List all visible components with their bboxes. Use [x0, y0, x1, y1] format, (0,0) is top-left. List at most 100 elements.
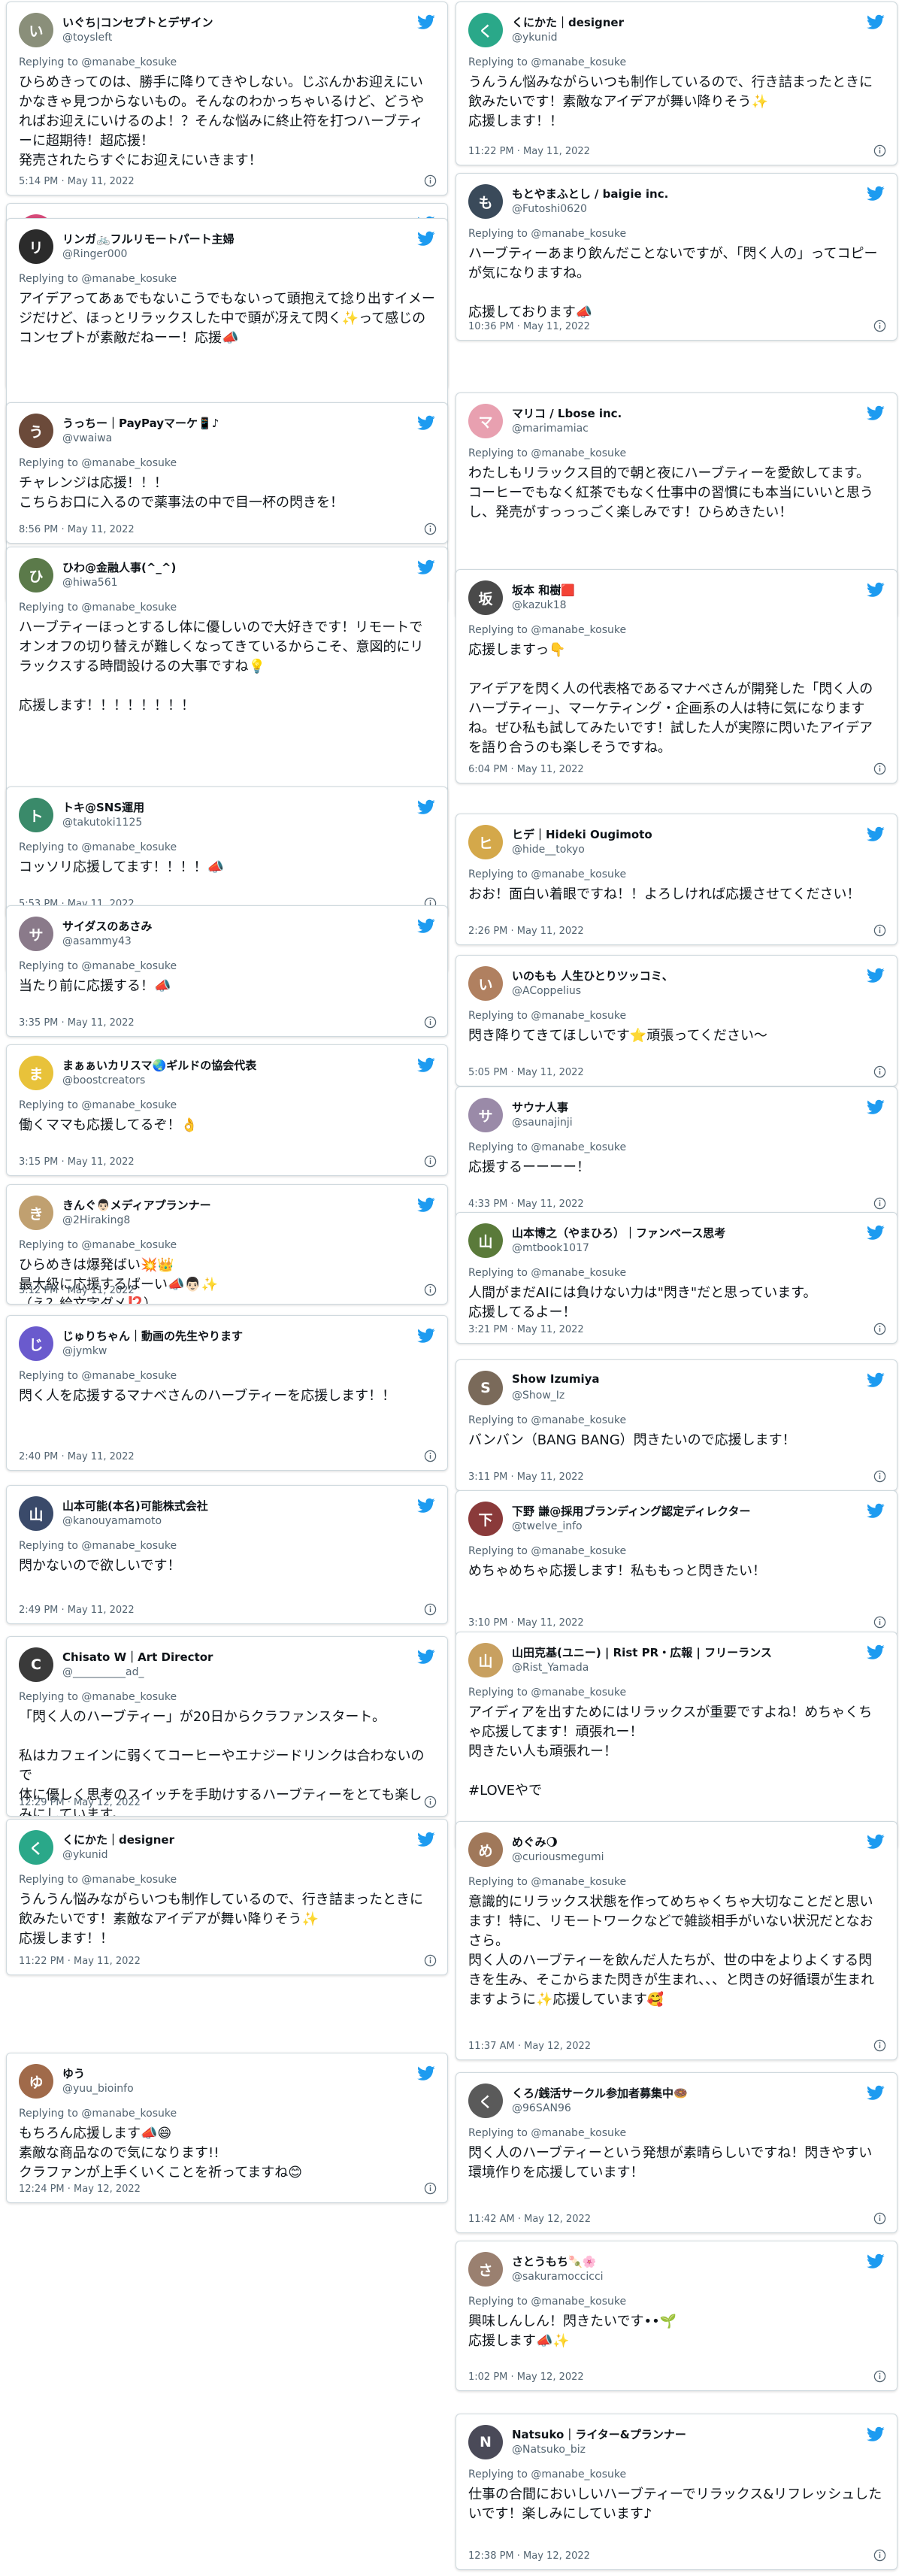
replying-to-handle[interactable]: @manabe_kosuke [531, 1010, 626, 1022]
tweet-card[interactable]: 下下野 謙@採用ブランディング認定ディレクター @twelve_info Reply… [456, 1490, 897, 1637]
author-name[interactable]: 下野 謙@採用ブランディング認定ディレクター [512, 1503, 855, 1519]
author-name[interactable]: Show Izumiya [512, 1372, 855, 1386]
avatar[interactable]: う [19, 414, 53, 448]
twitter-bird-icon[interactable] [417, 414, 435, 432]
avatar[interactable]: 下 [468, 1502, 503, 1536]
author-name[interactable]: マリコ / Lbose inc. [512, 405, 855, 421]
replying-to-handle[interactable]: @manabe_kosuke [531, 447, 626, 459]
author-name[interactable]: 坂本 和樹🟥 [512, 582, 855, 598]
avatar[interactable]: く [468, 2084, 503, 2118]
info-icon[interactable] [873, 2549, 886, 2562]
author-handle[interactable]: @ACoppelius [512, 985, 581, 997]
author-handle[interactable]: @twelve_info [512, 1520, 583, 1532]
author-handle[interactable]: @jymkw [62, 1345, 107, 1357]
twitter-bird-icon[interactable] [417, 1647, 435, 1665]
tweet-card[interactable]: 山山本可能(本名)可能株式会社 @kanouyamamoto Replying to… [6, 1485, 448, 1624]
avatar[interactable]: S [468, 1371, 503, 1405]
author-name[interactable]: 山田克基(ユニー) | Rist PR・広報 | フリーランス [512, 1644, 855, 1660]
replying-to-handle[interactable]: @manabe_kosuke [81, 1370, 177, 1382]
tweet-card[interactable]: じじゅりちゃん｜動画の先生やります @jymkw Replying to @mana… [6, 1315, 448, 1471]
info-icon[interactable] [873, 2212, 886, 2225]
replying-to-handle[interactable]: @manabe_kosuke [531, 2468, 626, 2481]
author-handle[interactable]: @sakuramoccicci [512, 2271, 604, 2283]
twitter-bird-icon[interactable] [867, 2252, 885, 2270]
replying-to-handle[interactable]: @manabe_kosuke [531, 228, 626, 240]
info-icon[interactable] [873, 762, 886, 775]
twitter-bird-icon[interactable] [867, 404, 885, 422]
tweet-card[interactable]: ももとやまふとし / baigie inc. @Futoshi0620 Replyi… [456, 173, 897, 341]
twitter-bird-icon[interactable] [867, 2084, 885, 2102]
tweet-card[interactable]: ささとうもち🍡🌸 @sakuramoccicci Replying to @mana… [456, 2241, 897, 2391]
twitter-bird-icon[interactable] [867, 966, 885, 984]
author-handle[interactable]: @hide__tokyo [512, 844, 585, 856]
tweet-timestamp[interactable]: 3:21 PM · May 11, 2022 [468, 1324, 584, 1335]
avatar[interactable]: リ [19, 229, 53, 264]
avatar[interactable]: ひ [19, 558, 53, 592]
author-handle[interactable]: @vwaiwa [62, 432, 112, 444]
tweet-card[interactable]: ゆゆう @yuu_bioinfo Replying to @manabe_kosuk… [6, 2053, 448, 2203]
info-icon[interactable] [873, 320, 886, 332]
info-icon[interactable] [873, 144, 886, 157]
author-name[interactable]: ひわ@金融人事(^_^) [62, 559, 405, 575]
author-name[interactable]: もとやまふとし / baigie inc. [512, 186, 855, 202]
avatar[interactable]: き [19, 1196, 53, 1230]
tweet-card[interactable]: くくにかた｜designer @ykunid Replying to @manabe… [6, 1819, 448, 1975]
replying-to-handle[interactable]: @manabe_kosuke [531, 1141, 626, 1153]
author-handle[interactable]: @ykunid [62, 1849, 107, 1861]
author-name[interactable]: 山本博之（やまひろ）｜ファンベース思考 [512, 1225, 855, 1241]
avatar[interactable]: い [19, 13, 53, 47]
twitter-bird-icon[interactable] [867, 825, 885, 843]
tweet-timestamp[interactable]: 11:42 AM · May 12, 2022 [468, 2214, 591, 2225]
replying-to-handle[interactable]: @manabe_kosuke [81, 1239, 177, 1251]
tweet-card[interactable]: くくにかた｜designer @ykunid Replying to @manabe… [456, 2, 897, 165]
twitter-bird-icon[interactable] [867, 2425, 885, 2443]
info-icon[interactable] [873, 2370, 886, 2383]
info-icon[interactable] [424, 2182, 437, 2195]
tweet-card[interactable]: ヒヒデ｜Hideki Ougimoto @hide__tokyo Replying … [456, 814, 897, 945]
info-icon[interactable] [424, 174, 437, 187]
tweet-card[interactable]: ままぁぁいカリスマ🌏ギルドの協会代表 @boostcreators Replying… [6, 1044, 448, 1176]
twitter-bird-icon[interactable] [867, 1832, 885, 1850]
author-name[interactable]: トキ@SNS運用 [62, 799, 405, 815]
tweet-card[interactable]: 坂坂本 和樹🟥 @kazuk18 Replying to @manabe_kosuk… [456, 569, 897, 783]
author-name[interactable]: リンガ🚲フルリモートパート主婦 [62, 231, 405, 247]
author-handle[interactable]: @hiwa561 [62, 577, 118, 589]
replying-to-handle[interactable]: @manabe_kosuke [81, 56, 177, 68]
author-name[interactable]: サウナ人事 [512, 1099, 855, 1115]
tweet-timestamp[interactable]: 6:04 PM · May 11, 2022 [468, 764, 584, 775]
author-name[interactable]: Natsuko｜ライター&プランナー [512, 2426, 855, 2442]
tweet-card[interactable]: ササイダスのあさみ @asammy43 Replying to @manabe_ko… [6, 905, 448, 1037]
replying-to-handle[interactable]: @manabe_kosuke [531, 1687, 626, 1699]
twitter-bird-icon[interactable] [417, 798, 435, 816]
tweet-timestamp[interactable]: 12:29 PM · May 12, 2022 [19, 1797, 141, 1808]
tweet-timestamp[interactable]: 12:24 PM · May 12, 2022 [19, 2184, 141, 2195]
info-icon[interactable] [424, 1450, 437, 1462]
replying-to-handle[interactable]: @manabe_kosuke [81, 602, 177, 614]
avatar[interactable]: 山 [19, 1496, 53, 1531]
info-icon[interactable] [424, 1796, 437, 1808]
avatar[interactable]: ま [19, 1056, 53, 1090]
tweet-card[interactable]: N Natsuko｜ライター&プランナー @Natsuko_biz Replying … [456, 2414, 897, 2570]
twitter-bird-icon[interactable] [417, 917, 435, 935]
twitter-bird-icon[interactable] [417, 1196, 435, 1214]
tweet-timestamp[interactable]: 2:40 PM · May 11, 2022 [19, 1451, 135, 1462]
replying-to-handle[interactable]: @manabe_kosuke [81, 273, 177, 285]
twitter-bird-icon[interactable] [867, 184, 885, 202]
twitter-bird-icon[interactable] [867, 13, 885, 31]
author-name[interactable]: ヒデ｜Hideki Ougimoto [512, 826, 855, 842]
info-icon[interactable] [424, 1016, 437, 1029]
replying-to-handle[interactable]: @manabe_kosuke [81, 1874, 177, 1886]
author-handle[interactable]: @yuu_bioinfo [62, 2083, 134, 2095]
author-handle[interactable]: @mtbook1017 [512, 1242, 589, 1254]
avatar[interactable]: C [19, 1647, 53, 1682]
twitter-bird-icon[interactable] [867, 580, 885, 599]
tweet-card[interactable]: 山山田克基(ユニー) | Rist PR・広報 | フリーランス @Rist_Ya… [456, 1632, 897, 1850]
twitter-bird-icon[interactable] [867, 1643, 885, 1661]
tweet-timestamp[interactable]: 12:38 PM · May 12, 2022 [468, 2550, 590, 2562]
twitter-bird-icon[interactable] [417, 1496, 435, 1514]
tweet-timestamp[interactable]: 11:22 PM · May 11, 2022 [19, 1956, 141, 1967]
author-handle[interactable]: @Natsuko_biz [512, 2444, 586, 2456]
author-handle[interactable]: @Show_Iz [512, 1390, 565, 1402]
replying-to-handle[interactable]: @manabe_kosuke [531, 2296, 626, 2308]
author-handle[interactable]: @Futoshi0620 [512, 203, 587, 215]
